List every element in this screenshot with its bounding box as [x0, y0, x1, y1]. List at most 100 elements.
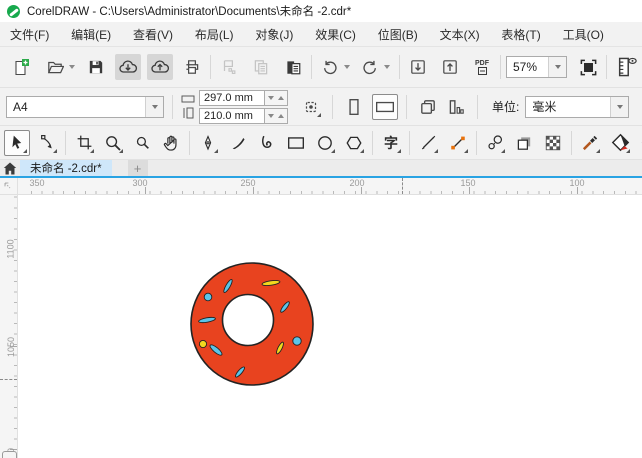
welcome-home-button[interactable]: [0, 160, 20, 176]
pick-tool[interactable]: [4, 129, 30, 156]
menu-effects[interactable]: 效果(C): [315, 26, 356, 43]
zoom-level-dropdown[interactable]: [548, 57, 566, 77]
undo-dropdown-caret[interactable]: [344, 65, 350, 69]
full-screen-preview-button[interactable]: [575, 54, 601, 80]
page-size-dropdown[interactable]: [145, 96, 163, 117]
new-tab-button[interactable]: +: [127, 160, 148, 176]
partial-ui-shape: [2, 451, 17, 458]
page-width-field[interactable]: 297.0 mm: [199, 89, 265, 106]
page-width-spinner[interactable]: [265, 89, 288, 106]
page-width-icon: [181, 95, 195, 103]
text-tool-glyph: 字: [384, 134, 398, 151]
connector-tool[interactable]: [445, 130, 471, 156]
h-ruler-label: 100: [569, 178, 585, 188]
paintbrush-tool[interactable]: [225, 130, 251, 156]
print-button[interactable]: [179, 54, 205, 80]
ruler-cursor-indicator-y: [0, 379, 17, 380]
vertical-ruler[interactable]: 110010501000: [0, 195, 18, 458]
coreldraw-window: CorelDRAW - C:\Users\Administrator\Docum…: [0, 0, 642, 458]
document-tab-active[interactable]: 未命名 -2.cdr*: [20, 160, 112, 176]
menu-file[interactable]: 文件(F): [10, 26, 49, 43]
menu-table[interactable]: 表格(T): [501, 26, 540, 43]
line-tool[interactable]: [415, 130, 441, 156]
new-document-button[interactable]: [8, 54, 34, 80]
sprinkle-dot[interactable]: [198, 339, 208, 349]
all-pages-button[interactable]: [415, 94, 441, 120]
sprinkle-dot[interactable]: [203, 292, 213, 302]
paste-button[interactable]: [280, 54, 306, 80]
v-ruler-label: 1100: [5, 239, 16, 259]
page-height-field[interactable]: 210.0 mm: [199, 107, 265, 124]
menu-text[interactable]: 文本(X): [440, 26, 480, 43]
page-size-value: A4: [13, 99, 28, 114]
zoom-level-combo[interactable]: 57%: [506, 56, 567, 78]
shape-tool[interactable]: [34, 130, 60, 156]
open-dropdown-caret[interactable]: [69, 65, 75, 69]
menu-object[interactable]: 对象(J): [255, 26, 293, 43]
ruler-cursor-indicator-x: [402, 178, 403, 194]
transparency-tool[interactable]: [540, 130, 566, 156]
ruler-origin-button[interactable]: [0, 178, 18, 194]
current-page-button[interactable]: [443, 94, 469, 120]
menu-tools[interactable]: 工具(O): [563, 26, 604, 43]
autofit-page-button[interactable]: [298, 94, 324, 120]
home-icon: [3, 162, 17, 174]
menu-view[interactable]: 查看(V): [133, 26, 173, 43]
redo-dropdown-caret[interactable]: [384, 65, 390, 69]
undo-button[interactable]: [317, 54, 343, 80]
cloud-download-button[interactable]: [115, 54, 141, 80]
toolbox: 字: [0, 126, 642, 160]
page-size-combo[interactable]: A4: [6, 95, 164, 118]
ellipse-tool[interactable]: [312, 130, 338, 156]
menu-bitmaps[interactable]: 位图(B): [378, 26, 418, 43]
copy-button[interactable]: [248, 54, 274, 80]
redo-button[interactable]: [357, 54, 383, 80]
save-button[interactable]: [83, 54, 109, 80]
coreldraw-logo-icon: [7, 4, 20, 18]
horizontal-ruler[interactable]: 350 300 250 200 150 100: [0, 178, 642, 195]
units-dropdown[interactable]: [610, 96, 629, 117]
page-canvas[interactable]: [18, 195, 642, 458]
export-button[interactable]: [437, 54, 463, 80]
document-tab-bar: 未命名 -2.cdr* +: [0, 160, 642, 178]
menu-layout[interactable]: 布局(L): [195, 26, 234, 43]
document-tab-label: 未命名 -2.cdr*: [30, 163, 102, 175]
crop-tool[interactable]: [71, 130, 97, 156]
pan-tool[interactable]: [158, 130, 184, 156]
eyedropper-tool[interactable]: [577, 130, 603, 156]
polygon-tool[interactable]: [341, 130, 367, 156]
cut-button[interactable]: [216, 54, 242, 80]
vertical-ruler-ticks: [10, 195, 17, 458]
ruler-origin-icon: [4, 182, 11, 189]
sprinkle-dot[interactable]: [292, 336, 302, 346]
blend-tool[interactable]: [482, 130, 508, 156]
zoom-alt-tool[interactable]: [129, 130, 155, 156]
zoom-level-value: 57%: [513, 60, 538, 74]
h-ruler-label: 300: [132, 178, 148, 188]
h-ruler-label: 150: [460, 178, 476, 188]
h-ruler-label: 200: [349, 178, 365, 188]
portrait-orientation-button[interactable]: [341, 94, 367, 120]
open-button[interactable]: [42, 54, 68, 80]
rectangle-tool[interactable]: [283, 130, 309, 156]
horizontal-ruler-ticks: [18, 187, 642, 194]
interactive-fill-tool[interactable]: [607, 130, 633, 156]
units-combo[interactable]: 毫米: [525, 95, 630, 118]
window-title: CorelDRAW - C:\Users\Administrator\Docum…: [27, 6, 352, 18]
show-rulers-button[interactable]: [612, 54, 642, 80]
drop-shadow-tool[interactable]: [511, 130, 537, 156]
page-height-icon: [183, 107, 194, 119]
publish-pdf-button[interactable]: PDF: [469, 54, 495, 80]
smart-fill-tool[interactable]: [637, 130, 642, 156]
b-spline-tool[interactable]: [254, 130, 280, 156]
zoom-tool[interactable]: [100, 130, 126, 156]
import-button[interactable]: [405, 54, 431, 80]
page-height-spinner[interactable]: [265, 107, 288, 124]
donut-hole[interactable]: [221, 293, 275, 347]
cloud-upload-button[interactable]: [147, 54, 173, 80]
donut-drawing[interactable]: [18, 195, 641, 458]
text-tool[interactable]: 字: [378, 130, 404, 156]
pen-tool[interactable]: [195, 130, 221, 156]
menu-edit[interactable]: 编辑(E): [71, 26, 111, 43]
landscape-orientation-button[interactable]: [372, 93, 398, 120]
